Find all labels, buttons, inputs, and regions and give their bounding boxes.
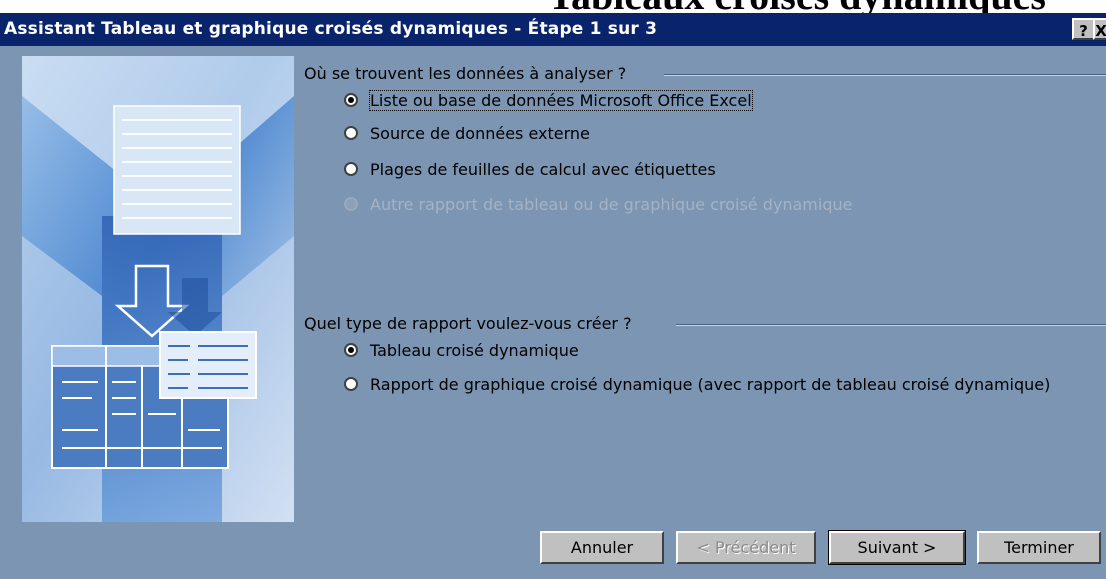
cropped-heading-text: Tableaux croisés dynamiques [548, 0, 1046, 13]
option-excel-list[interactable]: Liste ou base de données Microsoft Offic… [344, 88, 753, 112]
source-group-title: Où se trouvent les données à analyser ? [304, 64, 627, 83]
radio-selected-icon[interactable] [344, 93, 358, 107]
option-other-pivot-report-label: Autre rapport de tableau ou de graphique… [370, 194, 853, 214]
option-pivot-table[interactable]: Tableau croisé dynamique [344, 338, 579, 362]
cancel-button[interactable]: Annuler [540, 531, 664, 564]
source-sheet-icon [113, 105, 241, 235]
option-consolidation-ranges[interactable]: Plages de feuilles de calcul avec étique… [344, 157, 716, 181]
option-pivot-table-label: Tableau croisé dynamique [370, 340, 579, 360]
report-group-divider [676, 324, 1106, 326]
pivot-report-icon [51, 331, 257, 469]
radio-selected-icon[interactable] [344, 343, 358, 357]
radio-icon[interactable] [344, 126, 358, 140]
option-consolidation-ranges-label: Plages de feuilles de calcul avec étique… [370, 159, 716, 179]
pivot-wizard-dialog: Assistant Tableau et graphique croisés d… [0, 13, 1106, 579]
next-button[interactable]: Suivant > [828, 530, 966, 565]
help-button[interactable]: ? [1072, 18, 1095, 40]
wizard-illustration [22, 56, 294, 522]
previous-button: < Précédent [676, 531, 816, 564]
source-group-divider [664, 74, 1106, 76]
option-external-source-label: Source de données externe [370, 123, 590, 143]
option-pivot-chart-label: Rapport de graphique croisé dynamique (a… [370, 374, 1051, 394]
option-external-source[interactable]: Source de données externe [344, 121, 590, 145]
option-pivot-chart[interactable]: Rapport de graphique croisé dynamique (a… [344, 372, 1050, 396]
close-button[interactable]: X [1093, 18, 1106, 40]
option-other-pivot-report: Autre rapport de tableau ou de graphique… [344, 192, 852, 216]
finish-button[interactable]: Terminer [977, 531, 1101, 564]
title-bar: Assistant Tableau et graphique croisés d… [0, 13, 1106, 46]
radio-icon[interactable] [344, 377, 358, 391]
option-excel-list-label: Liste ou base de données Microsoft Offic… [369, 89, 753, 111]
window-title: Assistant Tableau et graphique croisés d… [4, 19, 658, 39]
report-group-title: Quel type de rapport voulez-vous créer ? [304, 314, 632, 333]
radio-icon[interactable] [344, 162, 358, 176]
cropped-heading: Tableaux croisés dynamiques [0, 0, 1106, 13]
radio-disabled-icon [344, 197, 358, 211]
